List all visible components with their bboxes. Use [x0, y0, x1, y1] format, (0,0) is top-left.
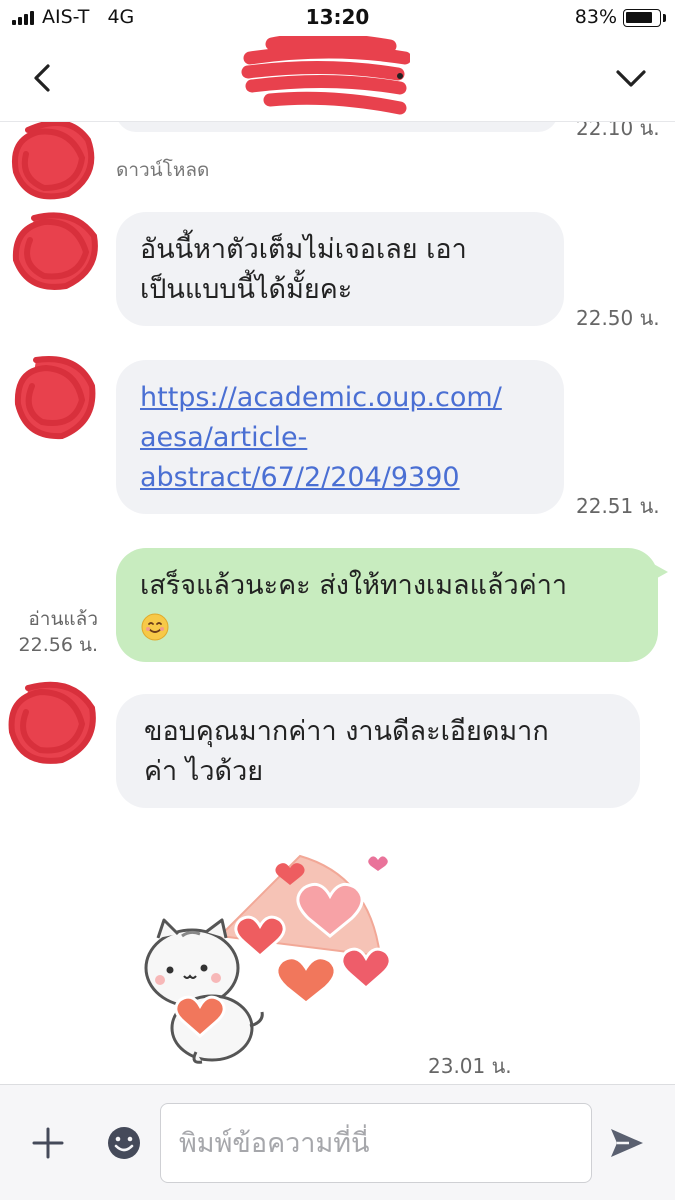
status-bar: AIS-T 4G 13:20 83%: [0, 0, 675, 36]
message-text: อันนี้หาตัวเต็มไม่เจอเลย เอา เป็นแบบนี้ไ…: [140, 234, 467, 305]
battery-tip: [663, 14, 666, 22]
send-icon[interactable]: [607, 1123, 647, 1163]
message-input[interactable]: [160, 1103, 592, 1183]
download-label: ดาวน์โหลด: [116, 159, 210, 181]
smiling-face-emoji: [140, 612, 170, 642]
battery-percent: 83%: [574, 6, 617, 28]
chevron-left-icon[interactable]: [24, 58, 64, 98]
message-text: เสร็จแล้วนะคะ ส่งให้ทางเมลแล้วค่าา: [140, 570, 568, 601]
message-bubble[interactable]: ขอบคุณมากค่าา งานดีละเอียดมาก ค่า ไวด้วย: [116, 694, 640, 808]
cat-hearts-sticker[interactable]: [130, 846, 400, 1096]
sent-bubble-tail: [650, 562, 668, 582]
read-receipt: อ่านแล้ว 22.56 น.: [0, 606, 98, 658]
battery-fill: [626, 12, 652, 23]
message-text: ขอบคุณมากค่าา งานดีละเอียดมาก ค่า ไวด้วย: [144, 716, 549, 787]
emoji-icon[interactable]: [104, 1123, 144, 1163]
message-bubble[interactable]: อันนี้หาตัวเต็มไม่เจอเลย เอา เป็นแบบนี้ไ…: [116, 212, 564, 326]
message-time: 22.50 น.: [576, 306, 660, 330]
plus-icon[interactable]: [28, 1123, 68, 1163]
avatar[interactable]: [10, 352, 98, 440]
message-time: 22.51 น.: [576, 494, 660, 518]
redacted-contact-name: [240, 32, 412, 116]
avatar[interactable]: [8, 122, 96, 202]
message-bubble-sent[interactable]: เสร็จแล้วนะคะ ส่งให้ทางเมลแล้วค่าา: [116, 548, 658, 662]
chevron-down-icon[interactable]: [611, 58, 651, 98]
battery-icon: [623, 9, 661, 27]
message-link[interactable]: https://academic.oup.com/ aesa/article- …: [140, 378, 540, 498]
message-bubble-link[interactable]: https://academic.oup.com/ aesa/article- …: [116, 360, 564, 514]
avatar[interactable]: [6, 678, 96, 764]
clock: 13:20: [305, 5, 370, 29]
read-label: อ่านแล้ว: [28, 608, 98, 630]
message-time: 22.10 น.: [576, 122, 660, 140]
message-time: 22.56 น.: [18, 634, 98, 656]
message-bubble-partial[interactable]: [116, 122, 558, 132]
chat-header: [0, 32, 675, 122]
message-time: 23.01 น.: [428, 1054, 512, 1078]
avatar[interactable]: [10, 208, 98, 292]
input-bar: [0, 1084, 675, 1200]
